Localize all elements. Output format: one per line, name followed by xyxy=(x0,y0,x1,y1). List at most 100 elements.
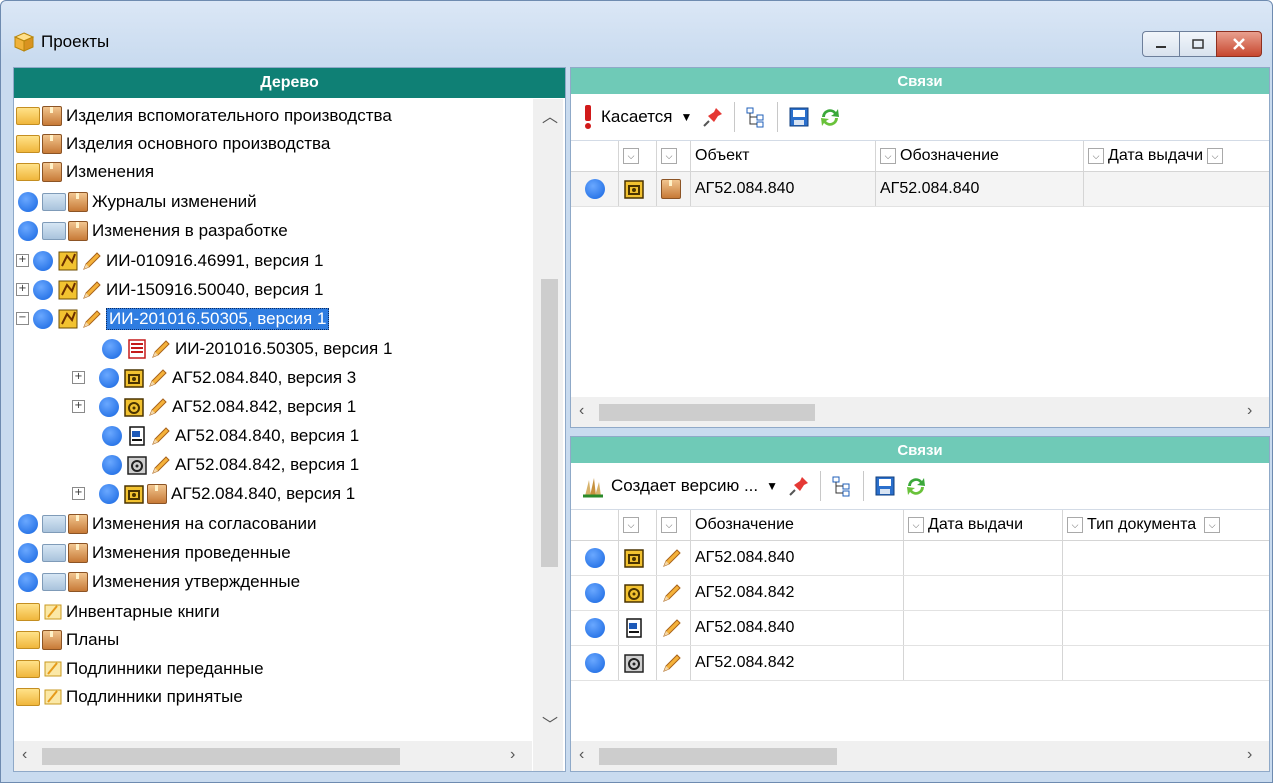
pin-icon[interactable] xyxy=(702,106,724,128)
tree-vertical-scrollbar[interactable]: ︿ ﹀ xyxy=(533,99,563,741)
tree-item[interactable]: + ИИ-010916.46991, версия 1 xyxy=(16,246,323,275)
column-header[interactable]: ⌵ xyxy=(619,141,657,171)
tree-item[interactable]: ИИ-201016.50305, версия 1 xyxy=(102,334,392,363)
expand-icon[interactable]: + xyxy=(16,283,29,296)
tree-item[interactable]: Изменения xyxy=(16,157,154,186)
maximize-button[interactable] xyxy=(1179,31,1216,57)
column-filter-icon[interactable]: ⌵ xyxy=(661,148,677,164)
scroll-up-icon[interactable]: ︿ xyxy=(542,103,558,127)
expand-icon[interactable]: + xyxy=(72,371,85,384)
tree-item-selected[interactable]: − ИИ-201016.50305, версия 1 xyxy=(16,304,330,333)
refresh-icon[interactable] xyxy=(818,106,842,128)
dropdown-arrow-icon[interactable]: ▼ xyxy=(681,110,693,124)
column-filter-icon[interactable]: ⌵ xyxy=(1067,517,1083,533)
tree-icon[interactable] xyxy=(745,106,767,128)
tree-item[interactable]: + АГ52.084.840, версия 1 xyxy=(72,479,355,508)
expand-icon[interactable]: + xyxy=(16,254,29,267)
minimize-button[interactable] xyxy=(1142,31,1179,57)
tree-item[interactable]: Изделия вспомогательного производства xyxy=(16,101,392,130)
pin-icon[interactable] xyxy=(788,475,810,497)
scroll-thumb[interactable] xyxy=(599,748,837,765)
scroll-left-icon[interactable]: ‹ xyxy=(22,746,27,764)
row-status xyxy=(571,611,619,645)
save-icon[interactable] xyxy=(788,106,810,128)
table-row[interactable]: АГ52.084.842 xyxy=(571,576,1269,611)
tree-item[interactable]: Подлинники принятые xyxy=(16,682,243,711)
tree-item[interactable]: + ИИ-150916.50040, версия 1 xyxy=(16,275,323,304)
scroll-right-icon[interactable]: › xyxy=(1247,402,1252,420)
bottom-table-horizontal-scrollbar[interactable]: ‹ › xyxy=(571,741,1269,771)
column-header-issue-date[interactable]: ⌵ Дата выдачи xyxy=(904,510,1063,540)
scroll-right-icon[interactable]: › xyxy=(510,746,515,764)
tree-panel: Дерево Изделия вспомогательного производ… xyxy=(13,67,566,772)
column-header[interactable]: ⌵ xyxy=(657,510,691,540)
save-icon[interactable] xyxy=(874,475,896,497)
tree-item[interactable]: Изменения утвержденные xyxy=(18,567,300,596)
relation-type-dropdown[interactable]: Создает версию ... xyxy=(611,476,758,496)
change-notice-icon xyxy=(58,309,78,328)
tree-item[interactable]: + АГ52.084.842, версия 1 xyxy=(72,392,356,421)
box-icon xyxy=(68,513,88,534)
tree-icon[interactable] xyxy=(831,475,853,497)
table-row[interactable]: АГ52.084.842 xyxy=(571,646,1269,681)
column-header-object[interactable]: Объект xyxy=(691,141,876,171)
scroll-left-icon[interactable]: ‹ xyxy=(579,402,584,420)
document-icon xyxy=(128,338,146,359)
column-label: Тип документа xyxy=(1087,516,1197,533)
table-row[interactable]: АГ52.084.840 xyxy=(571,541,1269,576)
column-filter-icon[interactable]: ⌵ xyxy=(661,517,677,533)
collapse-icon[interactable]: − xyxy=(16,312,29,325)
tree-item[interactable]: Инвентарные книги xyxy=(16,597,220,626)
column-filter-icon[interactable]: ⌵ xyxy=(1207,148,1224,164)
pencil-icon xyxy=(149,397,167,416)
assembly-icon xyxy=(124,368,144,388)
table-row[interactable]: АГ52.084.840 xyxy=(571,611,1269,646)
tree-item[interactable]: Подлинники переданные xyxy=(16,654,264,683)
dropdown-arrow-icon[interactable]: ▼ xyxy=(766,479,778,493)
column-filter-icon[interactable]: ⌵ xyxy=(908,517,924,533)
tree-item[interactable]: АГ52.084.842, версия 1 xyxy=(102,450,359,479)
tree-item[interactable]: АГ52.084.840, версия 1 xyxy=(102,421,359,450)
cell-object: АГ52.084.840 xyxy=(691,172,876,206)
book-icon xyxy=(44,689,62,704)
table-row[interactable]: АГ52.084.840 АГ52.084.840 xyxy=(571,172,1269,207)
tree-item[interactable]: Журналы изменений xyxy=(18,187,257,216)
tree-item[interactable]: Изделия основного производства xyxy=(16,129,330,158)
tree-view: Изделия вспомогательного производства Из… xyxy=(14,99,532,741)
column-header-designation[interactable]: Обозначение xyxy=(691,510,904,540)
tree-item[interactable]: Изменения на согласовании xyxy=(18,509,317,538)
tree-item[interactable]: Изменения в разработке xyxy=(18,216,288,245)
folder-icon xyxy=(16,134,40,153)
close-button[interactable] xyxy=(1216,31,1262,57)
scroll-thumb[interactable] xyxy=(42,748,400,765)
tree-item[interactable]: + АГ52.084.840, версия 3 xyxy=(72,363,356,392)
refresh-icon[interactable] xyxy=(904,475,928,497)
tree-item[interactable]: Планы xyxy=(16,625,119,654)
scroll-down-icon[interactable]: ﹀ xyxy=(542,711,558,735)
expand-icon[interactable]: + xyxy=(72,487,85,500)
folder-icon xyxy=(16,602,40,621)
tree-horizontal-scrollbar[interactable]: ‹ › xyxy=(14,741,532,771)
column-header-doc-type[interactable]: ⌵ Тип документа ⌵ xyxy=(1063,510,1269,540)
column-header-issue-date[interactable]: ⌵ Дата выдачи ⌵ xyxy=(1084,141,1269,171)
column-header[interactable]: ⌵ xyxy=(619,510,657,540)
status-dot-icon xyxy=(99,367,119,388)
column-filter-icon[interactable]: ⌵ xyxy=(1088,148,1104,164)
pencil-icon xyxy=(152,455,170,474)
scroll-thumb[interactable] xyxy=(541,279,558,567)
column-filter-icon[interactable]: ⌵ xyxy=(880,148,896,164)
column-header-designation[interactable]: ⌵ Обозначение xyxy=(876,141,1084,171)
column-filter-icon[interactable]: ⌵ xyxy=(623,148,639,164)
scroll-right-icon[interactable]: › xyxy=(1247,746,1252,764)
tree-item[interactable]: Изменения проведенные xyxy=(18,538,291,567)
scroll-left-icon[interactable]: ‹ xyxy=(579,746,584,764)
column-filter-icon[interactable]: ⌵ xyxy=(1204,517,1221,533)
top-table-horizontal-scrollbar[interactable]: ‹ › xyxy=(571,397,1269,427)
scroll-thumb[interactable] xyxy=(599,404,815,421)
relation-type-dropdown[interactable]: Касается xyxy=(601,107,673,127)
pencil-icon xyxy=(83,251,101,270)
column-filter-icon[interactable]: ⌵ xyxy=(623,517,639,533)
expand-icon[interactable]: + xyxy=(72,400,85,413)
column-header[interactable]: ⌵ xyxy=(657,141,691,171)
maximize-icon xyxy=(1192,39,1204,49)
